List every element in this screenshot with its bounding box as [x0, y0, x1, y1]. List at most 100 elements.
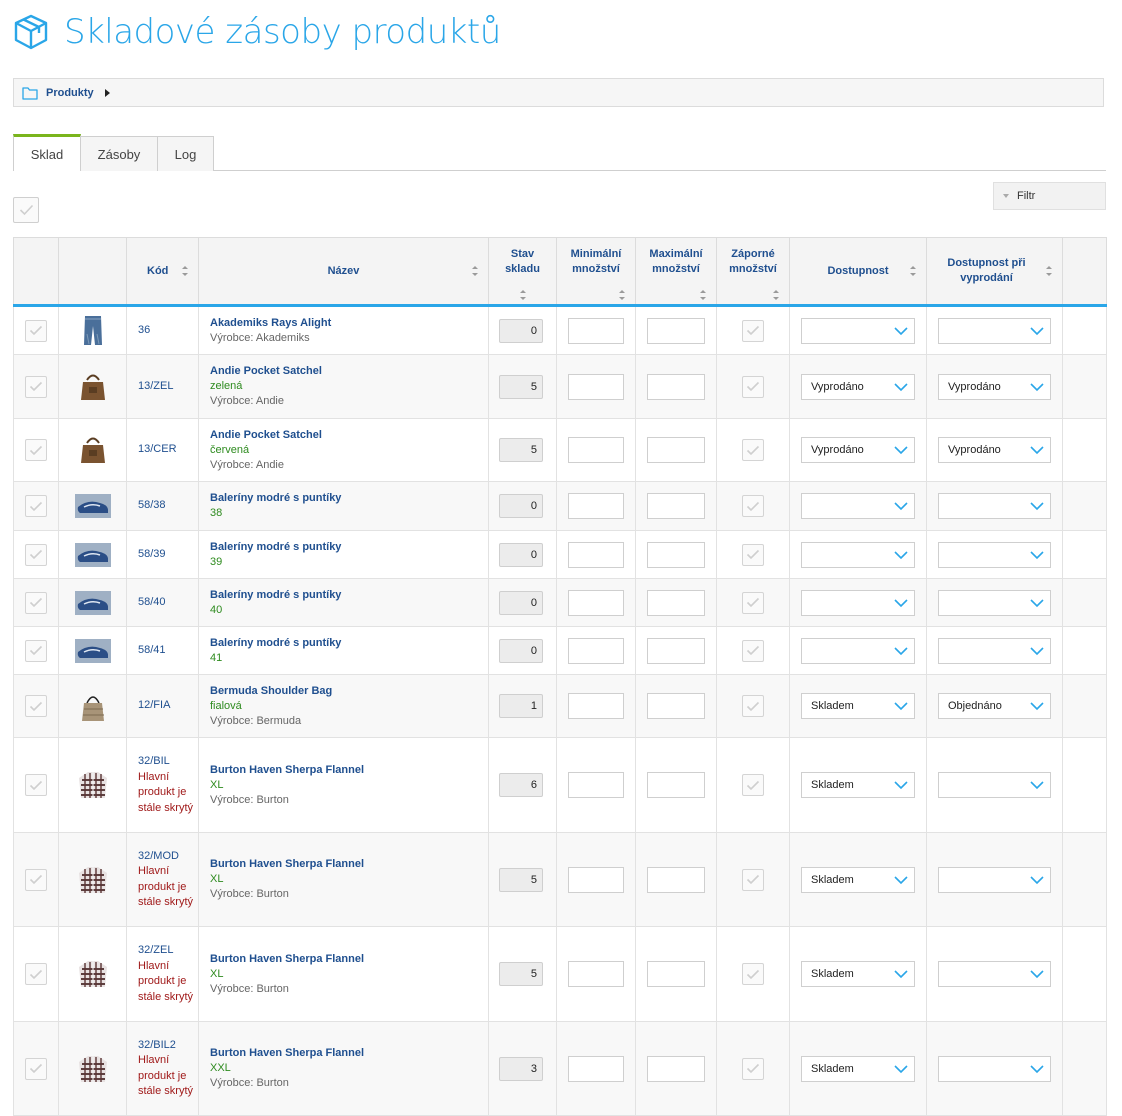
sort-icon[interactable]: [910, 266, 916, 276]
row-checkbox[interactable]: [25, 774, 47, 796]
flannel-shirt-icon[interactable]: [74, 957, 112, 991]
header-availability[interactable]: Dostupnost: [789, 237, 927, 307]
sort-icon[interactable]: [700, 290, 706, 300]
select-all-checkbox[interactable]: [13, 197, 39, 223]
product-name[interactable]: Bermuda Shoulder Bag: [210, 684, 488, 699]
product-name[interactable]: Burton Haven Sherpa Flannel: [210, 1046, 488, 1061]
negative-quantity-checkbox[interactable]: [742, 695, 764, 717]
min-quantity-input[interactable]: [568, 589, 624, 616]
availability-sold-out-select[interactable]: [938, 866, 1051, 893]
row-checkbox[interactable]: [25, 639, 47, 662]
product-code[interactable]: 13/ZEL: [138, 380, 173, 392]
sort-icon[interactable]: [472, 266, 478, 276]
row-checkbox[interactable]: [25, 868, 47, 891]
header-negative[interactable]: Záporné množství: [716, 237, 790, 307]
availability-select[interactable]: Skladem: [801, 1055, 915, 1082]
header-code[interactable]: Kód: [126, 237, 199, 307]
availability-select[interactable]: Vyprodáno: [801, 437, 915, 463]
product-name[interactable]: Baleríny modré s puntíky: [210, 491, 488, 506]
availability-sold-out-select[interactable]: [938, 1055, 1051, 1082]
product-name[interactable]: Burton Haven Sherpa Flannel: [210, 763, 488, 778]
max-quantity-input[interactable]: [647, 961, 705, 987]
sort-icon[interactable]: [1046, 266, 1052, 276]
caret-right-icon[interactable]: [104, 88, 110, 97]
product-code[interactable]: 58/40: [138, 596, 166, 608]
product-name[interactable]: Baleríny modré s puntíky: [210, 540, 488, 555]
product-name[interactable]: Burton Haven Sherpa Flannel: [210, 857, 488, 872]
availability-sold-out-select[interactable]: Vyprodáno: [938, 437, 1051, 463]
negative-quantity-checkbox[interactable]: [742, 319, 764, 342]
availability-sold-out-select[interactable]: [938, 961, 1051, 987]
product-name[interactable]: Burton Haven Sherpa Flannel: [210, 952, 488, 967]
filter-button[interactable]: Filtr: [993, 182, 1106, 210]
row-checkbox[interactable]: [25, 695, 47, 717]
availability-select[interactable]: Skladem: [801, 866, 915, 893]
negative-quantity-checkbox[interactable]: [742, 591, 764, 614]
shoe-icon[interactable]: [74, 538, 112, 572]
min-quantity-input[interactable]: [568, 437, 624, 463]
header-min[interactable]: Minimální množství: [556, 237, 636, 307]
tab-zasoby[interactable]: Zásoby: [80, 136, 158, 171]
max-quantity-input[interactable]: [647, 589, 705, 616]
tab-log[interactable]: Log: [157, 136, 214, 171]
min-quantity-input[interactable]: [568, 693, 624, 719]
shoulder-bag-icon[interactable]: [74, 689, 112, 723]
satchel-icon[interactable]: [74, 433, 112, 467]
min-quantity-input[interactable]: [568, 1055, 624, 1082]
tab-sklad[interactable]: Sklad: [13, 134, 81, 171]
availability-select[interactable]: [801, 317, 915, 344]
min-quantity-input[interactable]: [568, 866, 624, 893]
min-quantity-input[interactable]: [568, 961, 624, 987]
product-code[interactable]: 58/41: [138, 644, 166, 656]
availability-select[interactable]: [801, 637, 915, 664]
availability-select[interactable]: Vyprodáno: [801, 373, 915, 400]
negative-quantity-checkbox[interactable]: [742, 1057, 764, 1080]
row-checkbox[interactable]: [25, 963, 47, 985]
max-quantity-input[interactable]: [647, 493, 705, 519]
product-name[interactable]: Baleríny modré s puntíky: [210, 588, 488, 603]
min-quantity-input[interactable]: [568, 373, 624, 400]
shoe-icon[interactable]: [74, 586, 112, 620]
product-name[interactable]: Andie Pocket Satchel: [210, 428, 488, 443]
max-quantity-input[interactable]: [647, 866, 705, 893]
jeans-icon[interactable]: [74, 314, 112, 348]
sort-icon[interactable]: [773, 290, 779, 300]
availability-sold-out-select[interactable]: [938, 541, 1051, 568]
negative-quantity-checkbox[interactable]: [742, 543, 764, 566]
breadcrumb-item-products[interactable]: Produkty: [46, 87, 94, 99]
header-name[interactable]: Název: [198, 237, 489, 307]
flannel-shirt-icon[interactable]: [74, 1052, 112, 1086]
product-code[interactable]: 58/39: [138, 548, 166, 560]
product-code[interactable]: 32/BIL2: [138, 1039, 176, 1051]
availability-sold-out-select[interactable]: Vyprodáno: [938, 373, 1051, 400]
product-code[interactable]: 36: [138, 324, 150, 336]
availability-sold-out-select[interactable]: [938, 493, 1051, 519]
max-quantity-input[interactable]: [647, 637, 705, 664]
product-name[interactable]: Andie Pocket Satchel: [210, 364, 488, 379]
availability-sold-out-select[interactable]: [938, 317, 1051, 344]
product-code[interactable]: 12/FIA: [138, 699, 170, 711]
max-quantity-input[interactable]: [647, 541, 705, 568]
header-stock[interactable]: Stav skladu: [488, 237, 557, 307]
negative-quantity-checkbox[interactable]: [742, 963, 764, 985]
flannel-shirt-icon[interactable]: [74, 768, 112, 802]
min-quantity-input[interactable]: [568, 317, 624, 344]
product-code[interactable]: 32/BIL: [138, 755, 170, 767]
min-quantity-input[interactable]: [568, 493, 624, 519]
availability-select[interactable]: Skladem: [801, 772, 915, 798]
max-quantity-input[interactable]: [647, 437, 705, 463]
availability-select[interactable]: [801, 541, 915, 568]
availability-sold-out-select[interactable]: Objednáno: [938, 693, 1051, 719]
max-quantity-input[interactable]: [647, 373, 705, 400]
sort-icon[interactable]: [182, 266, 188, 276]
sort-icon[interactable]: [519, 290, 526, 300]
satchel-icon[interactable]: [74, 370, 112, 404]
negative-quantity-checkbox[interactable]: [742, 439, 764, 461]
product-code[interactable]: 13/CER: [138, 443, 177, 455]
availability-select[interactable]: [801, 589, 915, 616]
negative-quantity-checkbox[interactable]: [742, 868, 764, 891]
availability-select[interactable]: Skladem: [801, 693, 915, 719]
shoe-icon[interactable]: [74, 634, 112, 668]
max-quantity-input[interactable]: [647, 772, 705, 798]
row-checkbox[interactable]: [25, 319, 47, 342]
